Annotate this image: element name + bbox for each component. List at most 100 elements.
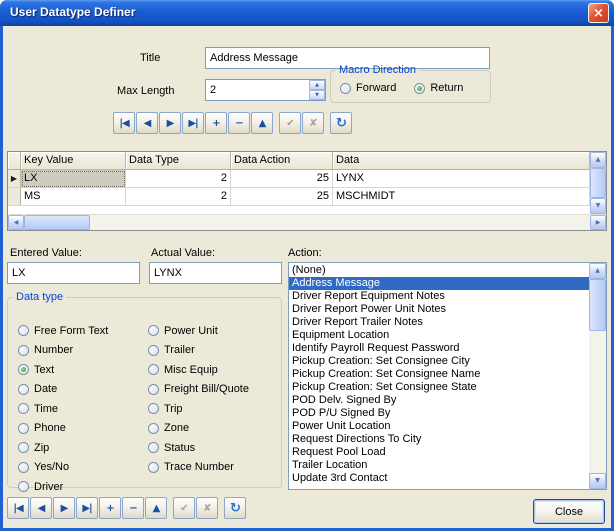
actual-value-input[interactable] — [149, 262, 282, 284]
list-item[interactable]: Driver Report Equipment Notes — [289, 290, 589, 303]
radio-label: Date — [34, 383, 57, 395]
list-item[interactable]: Pickup Creation: Set Consignee City — [289, 355, 589, 368]
close-button[interactable]: Close — [533, 499, 605, 524]
data-type-radio-option[interactable]: Free Form Text — [18, 321, 108, 341]
data-type-radio-option[interactable]: Driver — [18, 477, 108, 497]
first-button[interactable]: |◀ — [113, 112, 135, 134]
scrollbar-track[interactable] — [90, 215, 590, 230]
insert-button[interactable]: + — [99, 497, 121, 519]
titlebar: User Datatype Definer × — [0, 0, 614, 26]
data-type-radio-option[interactable]: Trailer — [148, 341, 249, 361]
list-item[interactable]: Driver Report Trailer Notes — [289, 316, 589, 329]
close-window-button[interactable]: × — [588, 3, 609, 23]
post-button[interactable]: ✔ — [279, 112, 301, 134]
grid-body: ▶ LX 2 25 LYNX ▶ MS 2 25 MSCHMIDT — [8, 170, 606, 206]
list-item[interactable]: Power Unit Location — [289, 420, 589, 433]
data-type-radio-option[interactable]: Text — [18, 360, 108, 380]
next-button[interactable]: ▶ — [53, 497, 75, 519]
column-header[interactable]: Key Value — [21, 152, 126, 170]
cell-data-type[interactable]: 2 — [126, 170, 231, 188]
data-type-radio-option[interactable]: Trace Number — [148, 458, 249, 478]
scroll-right-icon[interactable]: ▶ — [590, 215, 606, 230]
row-indicator: ▶ — [8, 188, 21, 206]
spin-up-button[interactable]: ▲ — [309, 80, 325, 90]
delete-button[interactable]: − — [122, 497, 144, 519]
data-type-radio-option[interactable]: Misc Equip — [148, 360, 249, 380]
macro-radio-option[interactable]: Return — [414, 80, 463, 96]
scrollbar-thumb[interactable] — [589, 279, 606, 331]
data-type-radio-option[interactable]: Zip — [18, 438, 108, 458]
list-item[interactable]: Request Directions To City — [289, 433, 589, 446]
scrollbar-thumb[interactable] — [24, 215, 90, 230]
list-item[interactable]: Trailer Location — [289, 459, 589, 472]
record-navigator-top: |◀ ◀ ▶ ▶| + − ▲ ✔ ✘ ↻ — [113, 112, 353, 134]
row-indicator: ▶ — [8, 170, 21, 188]
macro-radio-option[interactable]: Forward — [340, 80, 396, 96]
radio-icon — [148, 364, 159, 375]
cell-data-type[interactable]: 2 — [126, 188, 231, 206]
list-item[interactable]: Driver Report Power Unit Notes — [289, 303, 589, 316]
data-type-radio-option[interactable]: Zone — [148, 419, 249, 439]
data-type-radio-option[interactable]: Yes/No — [18, 458, 108, 478]
radio-icon — [18, 325, 29, 336]
table-row[interactable]: ▶ MS 2 25 MSCHMIDT — [8, 188, 590, 206]
list-item[interactable]: Request Pool Load — [289, 446, 589, 459]
data-type-radio-option[interactable]: Phone — [18, 419, 108, 439]
spin-down-button[interactable]: ▼ — [309, 90, 325, 100]
cell-key-value[interactable]: MS — [21, 188, 126, 206]
data-type-radio-option[interactable]: Trip — [148, 399, 249, 419]
prior-button[interactable]: ◀ — [136, 112, 158, 134]
scrollbar-track[interactable] — [589, 331, 606, 473]
cancel-button[interactable]: ✘ — [196, 497, 218, 519]
scroll-up-icon[interactable]: ▲ — [589, 263, 606, 279]
list-item[interactable]: Identify Payroll Request Password — [289, 342, 589, 355]
data-type-radio-option[interactable]: Number — [18, 341, 108, 361]
edit-button[interactable]: ▲ — [145, 497, 167, 519]
list-item[interactable]: (None) — [289, 264, 589, 277]
cell-data[interactable]: LYNX — [333, 170, 590, 188]
scroll-down-icon[interactable]: ▼ — [590, 198, 606, 214]
scroll-down-icon[interactable]: ▼ — [589, 473, 606, 489]
last-button[interactable]: ▶| — [182, 112, 204, 134]
table-row[interactable]: ▶ LX 2 25 LYNX — [8, 170, 590, 188]
list-item[interactable]: Pickup Creation: Set Consignee State — [289, 381, 589, 394]
cell-data[interactable]: MSCHMIDT — [333, 188, 590, 206]
prior-button[interactable]: ◀ — [30, 497, 52, 519]
cell-data-action[interactable]: 25 — [231, 170, 333, 188]
records-grid: Key Value Data Type Data Action Data ▶ L… — [7, 151, 607, 231]
radio-label: Number — [34, 344, 73, 356]
edit-button[interactable]: ▲ — [251, 112, 273, 134]
cancel-button[interactable]: ✘ — [302, 112, 324, 134]
radio-icon — [148, 462, 159, 473]
list-item[interactable]: Equipment Location — [289, 329, 589, 342]
refresh-button[interactable]: ↻ — [224, 497, 246, 519]
refresh-button[interactable]: ↻ — [330, 112, 352, 134]
next-button[interactable]: ▶ — [159, 112, 181, 134]
cell-key-value[interactable]: LX — [21, 170, 126, 188]
cell-data-action[interactable]: 25 — [231, 188, 333, 206]
insert-button[interactable]: + — [205, 112, 227, 134]
first-button[interactable]: |◀ — [7, 497, 29, 519]
list-item[interactable]: Update 3rd Contact — [289, 472, 589, 485]
data-type-radio-option[interactable]: Time — [18, 399, 108, 419]
entered-value-input[interactable] — [7, 262, 140, 284]
post-button[interactable]: ✔ — [173, 497, 195, 519]
scrollbar-thumb[interactable] — [590, 168, 606, 198]
max-length-input[interactable] — [206, 80, 309, 100]
column-header[interactable]: Data Type — [126, 152, 231, 170]
list-item[interactable]: POD P/U Signed By — [289, 407, 589, 420]
delete-button[interactable]: − — [228, 112, 250, 134]
radio-icon — [148, 325, 159, 336]
column-header[interactable]: Data — [333, 152, 590, 170]
list-item[interactable]: Address Message — [289, 277, 589, 290]
data-type-radio-option[interactable]: Power Unit — [148, 321, 249, 341]
data-type-radio-option[interactable]: Freight Bill/Quote — [148, 380, 249, 400]
list-item[interactable]: Pickup Creation: Set Consignee Name — [289, 368, 589, 381]
data-type-radio-option[interactable]: Status — [148, 438, 249, 458]
column-header[interactable]: Data Action — [231, 152, 333, 170]
data-type-radio-option[interactable]: Date — [18, 380, 108, 400]
scroll-left-icon[interactable]: ◀ — [8, 215, 24, 230]
scroll-up-icon[interactable]: ▲ — [590, 152, 606, 168]
list-item[interactable]: POD Delv. Signed By — [289, 394, 589, 407]
last-button[interactable]: ▶| — [76, 497, 98, 519]
